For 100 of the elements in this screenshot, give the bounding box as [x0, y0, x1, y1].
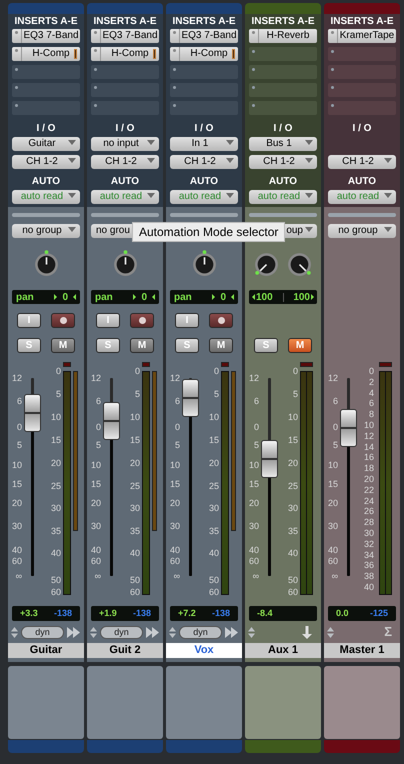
meter-scale-label: 0 — [212, 366, 219, 376]
fader-scale-label: ∞ — [330, 571, 338, 581]
meter-scale-label: 20 — [286, 458, 298, 468]
level-display: +3.3 -138 — [12, 606, 80, 621]
fader-scale-label: 15 — [90, 478, 101, 489]
meter-scale-label: 25 — [208, 480, 219, 491]
fader-scale-label: 20 — [248, 498, 259, 508]
meter-scale-label: 15 — [286, 434, 298, 445]
fader-scale-label: 30 — [10, 520, 22, 531]
meter-scale-label: 5 — [54, 389, 61, 400]
io-label: I / O — [272, 122, 294, 135]
fader-scale-label: 5 — [252, 440, 259, 450]
inserts-label: INSERTS A-E — [92, 15, 158, 29]
meter-scale-label: 40 — [286, 548, 298, 558]
auto-label: AUTO — [346, 175, 378, 188]
meter-scale-label: 0 — [368, 366, 374, 376]
fader-scale-label: 10 — [168, 460, 180, 470]
fader-scale-label: 0 — [174, 422, 180, 432]
fader-scale-label: 40 — [90, 545, 101, 556]
meter-scale-label: 40 — [128, 548, 140, 558]
meter-scale-label: 28 — [362, 517, 374, 528]
meter-scale-label: 24 — [362, 496, 374, 506]
meter-scale-label: 10 — [50, 412, 61, 422]
tooltip: Automation Mode selector — [132, 222, 286, 242]
meter-scale-label: 50 — [208, 574, 219, 585]
meter-scale-label: 15 — [208, 434, 219, 445]
fader-scale-label: ∞ — [14, 571, 22, 581]
meter-scale-label: 20 — [362, 474, 374, 484]
meter-scale-label: 40 — [208, 548, 219, 558]
meter-scale-label: 35 — [50, 526, 61, 536]
meter-scale-label: 5 — [292, 389, 298, 400]
io-label: I / O — [114, 122, 136, 135]
level-display: 0.0 -125 — [328, 606, 396, 621]
meter-scale-label: 5 — [212, 389, 219, 400]
meter-scale-label: 20 — [50, 458, 61, 468]
fader-scale-label: 10 — [326, 460, 338, 470]
meter-scale-label: 15 — [128, 434, 140, 445]
meter-scale-label: 10 — [128, 412, 140, 422]
meter-scale-label: 25 — [128, 480, 140, 491]
meter-scale-label: 36 — [362, 560, 374, 570]
fader-scale-label: 0 — [252, 422, 259, 432]
fader-scale-label: 60 — [248, 556, 259, 566]
inserts-label: INSERTS A-E — [14, 15, 78, 29]
inserts-label: INSERTS A-E — [330, 15, 394, 29]
meter-scale-label: 18 — [362, 463, 374, 474]
auto-label: AUTO — [30, 175, 62, 188]
fader-scale-label: 15 — [168, 478, 180, 489]
meter-scale-label: 6 — [368, 398, 374, 408]
level-display: +1.9 -138 — [91, 606, 159, 621]
meter-scale-label: 2 — [368, 376, 374, 387]
meter-scale-label: 30 — [286, 503, 298, 514]
meter-scale-label: 35 — [208, 526, 219, 536]
meter-scale-label: 14 — [362, 442, 374, 452]
meter-scale-label: 50 — [286, 574, 298, 585]
fader-scale-label: 15 — [10, 478, 22, 489]
fader-scale-label: 60 — [10, 556, 22, 566]
fader-scale-label: 0 — [94, 422, 101, 432]
meter-scale-label: 30 — [208, 503, 219, 514]
fader-scale-label: 6 — [94, 396, 101, 406]
fader-scale-label: 6 — [332, 396, 338, 406]
meter-scale-label: 60 — [50, 587, 61, 598]
meter-scale-label: 10 — [208, 412, 219, 422]
auto-label: AUTO — [268, 175, 298, 188]
fader-scale-label: 6 — [252, 396, 259, 406]
level-display: -8.4 — [249, 606, 317, 621]
fader-scale-label: ∞ — [252, 571, 259, 581]
inserts-label: INSERTS A-E — [250, 15, 316, 29]
meter-scale-label: 60 — [286, 587, 298, 598]
meter-scale-label: 34 — [362, 550, 374, 560]
auto-label: AUTO — [110, 175, 140, 188]
meter-scale-label: 20 — [208, 458, 219, 468]
fader-scale-label: 20 — [10, 498, 22, 508]
fader-scale-label: 0 — [332, 422, 338, 432]
meter-scale-label: 60 — [128, 587, 140, 598]
fader-scale-label: 20 — [168, 498, 180, 508]
fader-scale-label: 12 — [90, 373, 101, 383]
fader-scale-label: 40 — [10, 545, 22, 556]
meter-scale-label: 20 — [128, 458, 140, 468]
fader-scale-label: 40 — [168, 545, 180, 556]
fader-scale-label: 40 — [326, 545, 338, 556]
fader-scale-label: 40 — [248, 545, 259, 556]
fader-scale-label: 12 — [10, 373, 22, 383]
fader-scale-label: 30 — [326, 520, 338, 531]
meter-scale-label: 12 — [362, 430, 374, 441]
meter-scale-label: 50 — [128, 574, 140, 585]
fader-scale-label: 20 — [90, 498, 101, 508]
auto-label: AUTO — [188, 175, 220, 188]
fader-scale-label: 10 — [10, 460, 22, 470]
meter-scale-label: 0 — [292, 366, 298, 376]
meter-scale-label: 60 — [208, 587, 219, 598]
fader-scale-label: 30 — [168, 520, 180, 531]
meter-scale-label: 25 — [286, 480, 298, 491]
fader-scale-label: 30 — [248, 520, 259, 531]
fader-scale-label: 10 — [90, 460, 101, 470]
meter-scale-label: 30 — [50, 503, 61, 514]
fader-scale-label: ∞ — [172, 571, 180, 581]
meter-scale-label: 8 — [368, 409, 374, 420]
fader-scale-label: 5 — [332, 440, 338, 450]
io-label: I / O — [352, 122, 372, 135]
fader-scale-label: 30 — [90, 520, 101, 531]
